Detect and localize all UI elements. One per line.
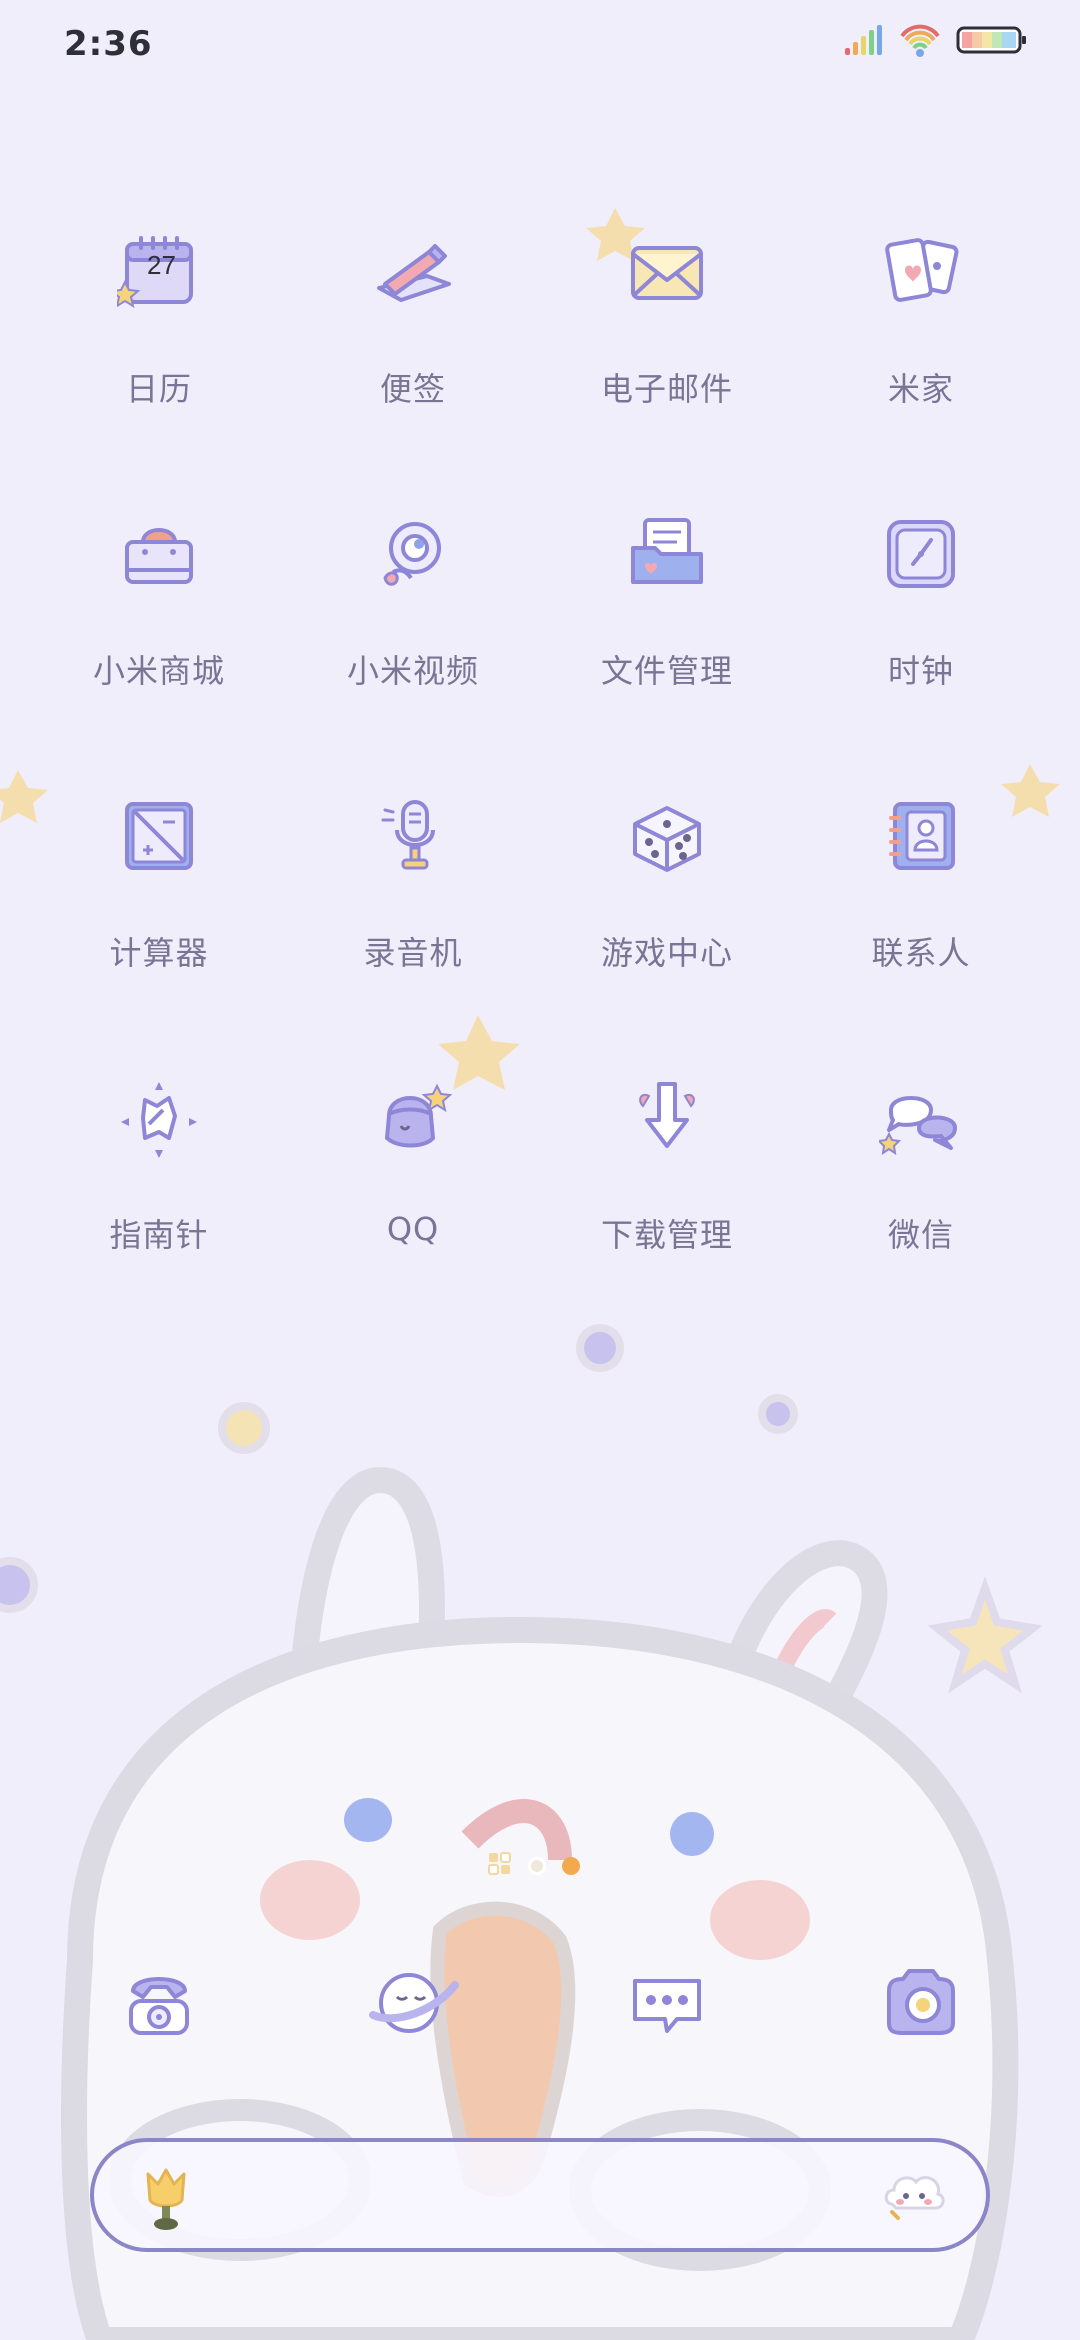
dock-camera[interactable] xyxy=(794,1950,1048,2060)
app-notes[interactable]: 便签 xyxy=(286,200,540,482)
cards-icon xyxy=(873,224,969,320)
signal-icon xyxy=(844,24,884,60)
app-label: 日历 xyxy=(125,370,192,408)
camera-lens-icon xyxy=(365,506,461,602)
download-arrow-icon xyxy=(619,1070,715,1166)
app-clock[interactable]: 时钟 xyxy=(794,482,1048,764)
dock-browser[interactable] xyxy=(286,1950,540,2060)
app-mi-store[interactable]: 小米商城 xyxy=(32,482,286,764)
app-grid: 27 日历 便签 电子邮件 米家 小米商城 小米视频 文件管理 时钟 计算器 录… xyxy=(0,200,1080,1328)
microphone-icon xyxy=(365,788,461,884)
app-label: 米家 xyxy=(887,370,954,408)
app-label: 下载管理 xyxy=(600,1216,733,1254)
app-wechat[interactable]: 微信 xyxy=(794,1046,1048,1328)
app-download-manager[interactable]: 下载管理 xyxy=(540,1046,794,1328)
app-calendar[interactable]: 27 日历 xyxy=(32,200,286,482)
app-compass[interactable]: 指南针 xyxy=(32,1046,286,1328)
telephone-icon xyxy=(117,1961,201,2049)
app-label: 小米视频 xyxy=(346,652,479,690)
app-mi-video[interactable]: 小米视频 xyxy=(286,482,540,764)
status-icons xyxy=(844,22,1028,62)
app-label: 计算器 xyxy=(109,934,209,972)
app-label: 录音机 xyxy=(363,934,463,972)
tulip-icon[interactable] xyxy=(138,2162,194,2238)
calculator-icon xyxy=(111,788,207,884)
app-contacts[interactable]: 联系人 xyxy=(794,764,1048,1046)
status-time: 2:36 xyxy=(64,24,153,64)
dice-icon xyxy=(619,788,715,884)
contact-book-icon xyxy=(873,788,969,884)
calendar-icon: 27 xyxy=(111,224,207,320)
dock-phone[interactable] xyxy=(32,1950,286,2060)
message-bubble-icon xyxy=(625,1961,709,2049)
calendar-date-text: 27 xyxy=(147,250,176,280)
app-calculator[interactable]: 计算器 xyxy=(32,764,286,1046)
page-dot-active[interactable] xyxy=(562,1857,580,1875)
app-recorder[interactable]: 录音机 xyxy=(286,764,540,1046)
chat-bubbles-icon xyxy=(873,1070,969,1166)
cloud-assistant-icon[interactable] xyxy=(882,2166,946,2226)
compass-icon xyxy=(111,1070,207,1166)
wifi-icon xyxy=(898,22,942,62)
penguin-icon xyxy=(365,1070,461,1166)
app-email[interactable]: 电子邮件 xyxy=(540,200,794,482)
app-label: 文件管理 xyxy=(600,652,733,690)
status-bar: 2:36 xyxy=(0,0,1080,95)
app-game-center[interactable]: 游戏中心 xyxy=(540,764,794,1046)
app-label: 时钟 xyxy=(887,652,954,690)
app-label: 指南针 xyxy=(109,1216,209,1254)
folder-icon xyxy=(619,506,715,602)
battery-icon xyxy=(956,25,1028,59)
app-label: 联系人 xyxy=(871,934,971,972)
clock-icon xyxy=(873,506,969,602)
page-indicator[interactable] xyxy=(488,1852,580,1880)
app-file-manager[interactable]: 文件管理 xyxy=(540,482,794,764)
search-bar[interactable] xyxy=(90,2138,990,2252)
dock-messages[interactable] xyxy=(540,1950,794,2060)
envelope-icon xyxy=(619,224,715,320)
app-label: QQ xyxy=(386,1210,440,1248)
app-label: 游戏中心 xyxy=(600,934,733,972)
planet-icon xyxy=(365,1961,461,2049)
camera-icon xyxy=(879,1961,963,2049)
app-qq[interactable]: QQ xyxy=(286,1046,540,1328)
app-label: 小米商城 xyxy=(92,652,225,690)
shopping-bag-icon xyxy=(111,506,207,602)
app-label: 微信 xyxy=(887,1216,954,1254)
app-label: 便签 xyxy=(379,370,446,408)
app-mijia[interactable]: 米家 xyxy=(794,200,1048,482)
home-page-icon[interactable] xyxy=(488,1852,512,1880)
dock xyxy=(0,1950,1080,2060)
page-dot[interactable] xyxy=(528,1857,546,1875)
app-label: 电子邮件 xyxy=(600,370,733,408)
pencil-note-icon xyxy=(365,224,461,320)
